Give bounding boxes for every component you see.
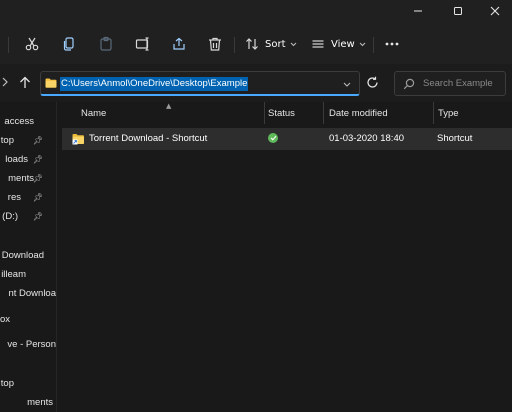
share-button[interactable] bbox=[171, 33, 187, 55]
view-button[interactable]: View bbox=[311, 33, 366, 55]
sidebar-item-drive-d[interactable]: (D:) 📌︎ bbox=[0, 208, 56, 227]
arrow-up-icon bbox=[20, 76, 30, 88]
sidebar-item-label: ox bbox=[0, 314, 10, 325]
pin-icon: 📌︎ bbox=[32, 174, 43, 183]
column-header-type[interactable]: Type bbox=[438, 108, 459, 128]
cut-button[interactable] bbox=[24, 33, 40, 55]
clipboard-icon bbox=[100, 36, 112, 51]
sidebar-item-illeam[interactable]: illeam bbox=[0, 266, 56, 285]
sidebar-item-quick-access[interactable]: access bbox=[0, 113, 56, 132]
chevron-down-icon bbox=[359, 42, 366, 46]
navigation-pane: access top 📌︎ loads 📌︎ ments 📌︎ res 📌︎ (… bbox=[0, 102, 56, 412]
chevron-right-icon bbox=[2, 77, 8, 87]
sidebar-item-label: top bbox=[0, 135, 14, 146]
sidebar-item-documents[interactable]: ments 📌︎ bbox=[0, 170, 56, 189]
sidebar-item-downloads[interactable]: loads 📌︎ bbox=[0, 151, 56, 170]
sidebar-item-label: access bbox=[4, 116, 34, 127]
trash-icon bbox=[209, 37, 221, 51]
sort-label: Sort bbox=[265, 38, 286, 50]
sidebar-item-torrent-download[interactable]: Download bbox=[0, 247, 56, 266]
file-date-modified: 01-03-2020 18:40 bbox=[329, 133, 405, 144]
sidebar-item-label: loads bbox=[5, 154, 28, 165]
toolbar-separator bbox=[8, 37, 9, 53]
pin-icon: 📌︎ bbox=[32, 155, 43, 164]
view-label: View bbox=[331, 38, 355, 50]
search-input[interactable]: Search Example bbox=[423, 78, 493, 89]
sidebar-item-label: illeam bbox=[1, 269, 26, 280]
chevron-down-icon bbox=[343, 82, 351, 87]
shortcut-folder-icon bbox=[72, 134, 84, 145]
maximize-button[interactable] bbox=[444, 0, 472, 22]
minimize-button[interactable] bbox=[404, 0, 432, 22]
sidebar-item-pictures[interactable]: res 📌︎ bbox=[0, 189, 56, 208]
close-button[interactable] bbox=[481, 0, 509, 22]
column-resize-handle[interactable] bbox=[433, 102, 434, 124]
maximize-icon bbox=[454, 7, 462, 15]
close-icon bbox=[490, 6, 500, 16]
scissors-icon bbox=[25, 37, 39, 51]
column-header-date-modified[interactable]: Date modified bbox=[329, 108, 388, 128]
sidebar-item-label: top bbox=[0, 378, 14, 389]
sidebar-item-dropbox[interactable]: ox bbox=[0, 311, 56, 330]
sidebar-item-label: ments bbox=[27, 397, 53, 408]
address-bar[interactable]: C:\Users\Anmol\OneDrive\Desktop\Example bbox=[40, 71, 360, 96]
more-options-button[interactable] bbox=[384, 33, 400, 55]
copy-button[interactable] bbox=[61, 33, 77, 55]
sort-ascending-icon: ▲ bbox=[166, 102, 172, 110]
chevron-down-icon bbox=[290, 42, 296, 46]
sidebar-item-torrent-downloads[interactable]: nt Downloa bbox=[0, 285, 56, 304]
sidebar-item-onedrive-personal[interactable]: ve - Person bbox=[0, 336, 56, 355]
sidebar-item-label: (D:) bbox=[2, 211, 18, 222]
file-name: Torrent Download - Shortcut bbox=[89, 133, 208, 144]
toolbar-separator bbox=[373, 37, 374, 53]
sidebar-item-label: res bbox=[7, 192, 21, 203]
rename-button[interactable] bbox=[135, 33, 151, 55]
rename-icon bbox=[135, 37, 149, 51]
sidebar-item-label: ve - Person bbox=[7, 339, 56, 350]
refresh-icon bbox=[367, 76, 378, 88]
delete-button[interactable] bbox=[207, 33, 223, 55]
back-nav-fragment[interactable] bbox=[2, 76, 10, 91]
sidebar-item-label: nt Downloa bbox=[8, 288, 56, 299]
sidebar-item-desktop-2[interactable]: top bbox=[0, 375, 56, 394]
command-bar: Sort View bbox=[0, 24, 512, 64]
minimize-icon bbox=[414, 10, 422, 12]
sort-icon bbox=[246, 38, 258, 50]
copy-icon bbox=[63, 37, 74, 51]
sort-button[interactable]: Sort bbox=[245, 33, 297, 55]
address-path[interactable]: C:\Users\Anmol\OneDrive\Desktop\Example bbox=[60, 77, 249, 91]
pin-icon: 📌︎ bbox=[32, 136, 43, 145]
view-list-icon bbox=[312, 40, 324, 48]
toolbar-separator bbox=[234, 37, 235, 53]
file-list: ▲ Name Status Date modified Type Torrent… bbox=[57, 102, 512, 412]
address-row: C:\Users\Anmol\OneDrive\Desktop\Example … bbox=[0, 64, 512, 102]
up-button[interactable] bbox=[19, 76, 31, 92]
sidebar-item-label: Download bbox=[1, 250, 44, 261]
column-header-status[interactable]: Status bbox=[268, 108, 295, 128]
search-icon bbox=[403, 78, 415, 90]
title-bar bbox=[0, 0, 512, 24]
share-icon bbox=[173, 37, 185, 50]
address-history-dropdown[interactable] bbox=[337, 78, 357, 90]
column-header-name[interactable]: Name bbox=[81, 108, 106, 128]
more-icon bbox=[385, 42, 399, 46]
table-row[interactable]: Torrent Download - Shortcut 01-03-2020 1… bbox=[62, 128, 512, 150]
pin-icon: 📌︎ bbox=[32, 212, 43, 221]
search-box[interactable]: Search Example bbox=[394, 71, 506, 96]
refresh-button[interactable] bbox=[366, 76, 379, 92]
sidebar-item-label: ments bbox=[8, 173, 34, 184]
sidebar-item-documents-2[interactable]: ments bbox=[0, 394, 56, 412]
folder-icon bbox=[45, 78, 57, 88]
column-resize-handle[interactable] bbox=[264, 102, 265, 124]
file-type: Shortcut bbox=[437, 133, 473, 144]
column-resize-handle[interactable] bbox=[323, 102, 324, 124]
paste-button[interactable] bbox=[98, 33, 114, 55]
sidebar-item-desktop[interactable]: top 📌︎ bbox=[0, 132, 56, 151]
pin-icon: 📌︎ bbox=[32, 193, 43, 202]
sync-ok-icon bbox=[268, 133, 278, 143]
